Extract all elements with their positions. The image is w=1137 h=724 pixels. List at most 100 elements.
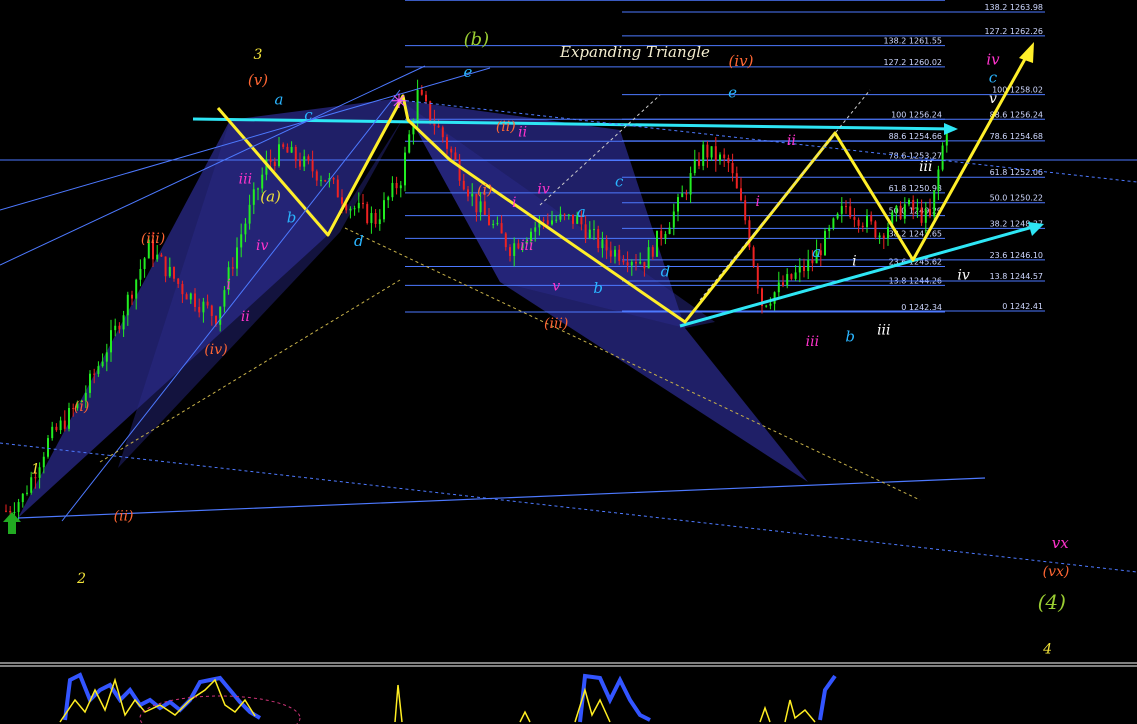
wave-label: c — [304, 106, 313, 124]
candle-body — [794, 272, 797, 279]
fib-label-right: 0 1242.41 — [1002, 302, 1043, 311]
candle-body — [17, 502, 20, 512]
wave-label: (a) — [260, 188, 281, 206]
wave-label: v — [552, 278, 560, 294]
candle-body — [929, 208, 931, 217]
candle-body — [194, 293, 196, 307]
wave-label: iii — [806, 334, 819, 350]
trend-line-bottom — [17, 477, 986, 519]
candle-body — [164, 256, 167, 277]
candle-body — [189, 293, 192, 300]
candle-body — [857, 219, 860, 226]
wave-label: i — [756, 194, 760, 210]
wave-label: ii — [518, 124, 527, 140]
candle-body — [937, 169, 940, 191]
candle-body — [672, 211, 675, 228]
wave-label: d — [661, 262, 671, 280]
candle-body — [462, 180, 465, 190]
candle-body — [336, 179, 339, 198]
candle-body — [731, 163, 734, 174]
candle-body — [639, 261, 642, 264]
candle-body — [42, 456, 45, 468]
candle-body — [353, 208, 356, 210]
candle-body — [849, 206, 852, 218]
candle-body — [437, 125, 440, 128]
candle-body — [168, 266, 171, 277]
candle-body — [496, 223, 499, 225]
candle-body — [740, 188, 742, 201]
wave-path-arrowhead — [1019, 42, 1034, 63]
candle-body — [509, 247, 511, 256]
candle-body — [584, 224, 587, 239]
candle-body — [47, 438, 49, 457]
candle-body — [824, 231, 826, 256]
wave-label: (i) — [74, 399, 89, 415]
candle-body — [744, 200, 747, 221]
candle-body — [257, 188, 259, 190]
candle-body — [895, 205, 898, 213]
fib-label-left: 100 1256.24 — [891, 110, 942, 119]
candle-body — [916, 207, 919, 211]
candle-body — [702, 144, 705, 166]
candle-body — [383, 200, 385, 220]
candle-body — [840, 206, 843, 214]
candle-body — [912, 199, 915, 211]
fib-label-right: 23.6 1246.10 — [990, 251, 1043, 260]
candle-body — [332, 177, 335, 180]
wave-label: iii — [239, 172, 252, 188]
candle-body — [202, 301, 205, 313]
candle-body — [752, 247, 755, 267]
candle-body — [177, 278, 180, 284]
wave-label: iii — [520, 238, 533, 254]
candle-body — [924, 208, 927, 223]
candle-body — [542, 219, 545, 221]
candle-body — [513, 243, 516, 256]
candle-body — [101, 361, 104, 367]
wave-label: (i) — [477, 183, 492, 199]
wave-label: a — [577, 203, 586, 221]
candle-body — [882, 235, 885, 239]
candle-body — [341, 197, 343, 204]
candle-body — [55, 426, 58, 431]
candle-body — [765, 305, 768, 307]
candle-body — [786, 274, 789, 286]
candle-body — [723, 154, 726, 158]
candle-body — [698, 159, 700, 166]
candle-body — [626, 262, 629, 266]
candle-body — [303, 156, 306, 167]
candle-body — [93, 373, 96, 375]
candle-body — [181, 283, 184, 295]
candle-body — [588, 229, 591, 239]
candle-body — [798, 266, 801, 273]
candle-body — [685, 193, 688, 195]
candle-body — [756, 266, 759, 289]
wave-label: b — [287, 208, 297, 226]
candle-body — [105, 352, 108, 362]
candle-body — [719, 154, 721, 161]
wave-label: iii — [919, 159, 932, 175]
candle-body — [299, 160, 301, 167]
candle-body — [622, 260, 625, 263]
candle-body — [370, 212, 373, 224]
candle-body — [114, 325, 117, 331]
candle-body — [467, 189, 469, 197]
wave-label: vx — [1052, 534, 1069, 552]
wave-label: ii — [241, 309, 250, 325]
candle-body — [656, 230, 658, 257]
candle-body — [135, 279, 138, 299]
candle-body — [664, 233, 667, 239]
candle-body — [832, 218, 835, 228]
candle-body — [933, 190, 936, 217]
candle-body — [97, 366, 100, 374]
upper-line-arrowhead — [944, 123, 958, 135]
wave-label: (v) — [248, 71, 268, 89]
candle-body — [290, 146, 293, 153]
wave-label: i — [226, 277, 230, 293]
candle-body — [479, 201, 482, 213]
wave-label: (b) — [464, 29, 490, 50]
candle-body — [643, 261, 646, 269]
candle-body — [404, 152, 406, 186]
candle-body — [261, 174, 264, 189]
candle-body — [315, 171, 318, 181]
candle-body — [941, 145, 944, 170]
